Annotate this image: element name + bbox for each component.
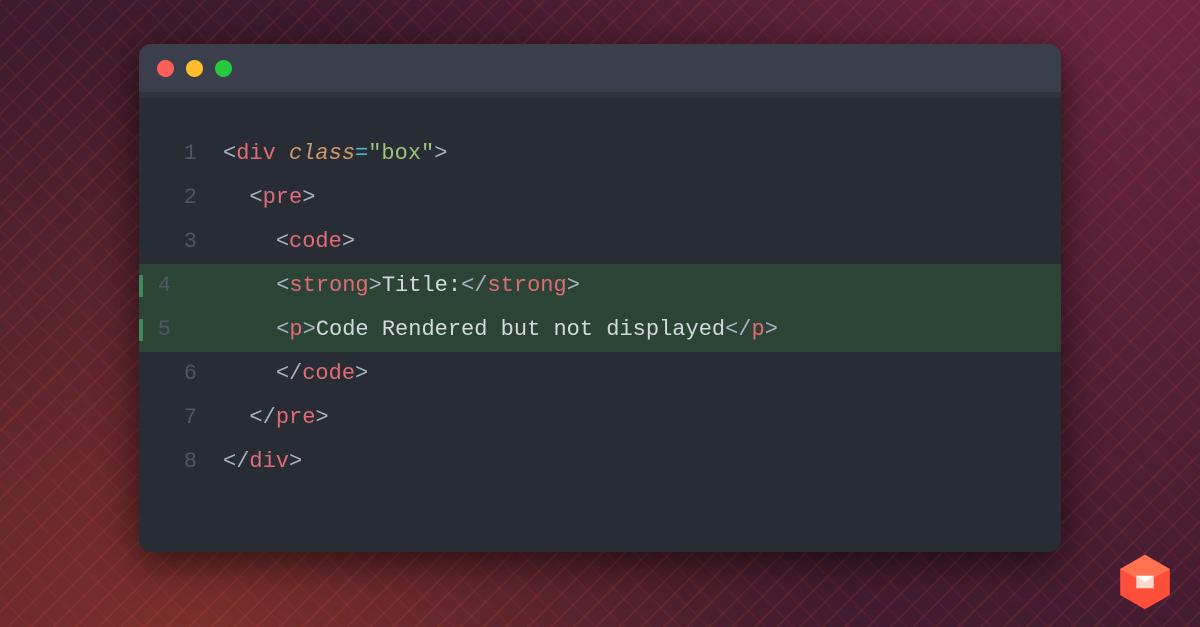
maximize-icon[interactable]: [215, 60, 232, 77]
line-number: 2: [139, 187, 223, 209]
code-line: 8 </div>: [139, 440, 1061, 484]
line-number: 7: [139, 407, 223, 429]
line-content: <code>: [223, 231, 355, 253]
background: 1 <div class="box"> 2 <pre> 3 <code> 4 <…: [0, 0, 1200, 627]
brand-logo-icon: [1114, 551, 1176, 613]
line-number: 5: [139, 319, 197, 341]
line-number: 3: [139, 231, 223, 253]
code-line: 3 <code>: [139, 220, 1061, 264]
line-content: </code>: [223, 363, 368, 385]
line-content: <p>Code Rendered but not displayed</p>: [197, 319, 778, 341]
code-editor-window: 1 <div class="box"> 2 <pre> 3 <code> 4 <…: [139, 44, 1061, 552]
window-titlebar: [139, 44, 1061, 92]
line-content: <div class="box">: [223, 143, 447, 165]
code-line-highlighted: 5 <p>Code Rendered but not displayed</p>: [139, 308, 1061, 352]
line-content: <pre>: [223, 187, 315, 209]
code-area[interactable]: 1 <div class="box"> 2 <pre> 3 <code> 4 <…: [139, 98, 1061, 484]
line-number: 6: [139, 363, 223, 385]
line-content: </pre>: [223, 407, 329, 429]
minimize-icon[interactable]: [186, 60, 203, 77]
code-line: 7 </pre>: [139, 396, 1061, 440]
code-line: 2 <pre>: [139, 176, 1061, 220]
line-content: <strong>Title:</strong>: [197, 275, 580, 297]
line-content: </div>: [223, 451, 302, 473]
close-icon[interactable]: [157, 60, 174, 77]
line-number: 8: [139, 451, 223, 473]
code-line-highlighted: 4 <strong>Title:</strong>: [139, 264, 1061, 308]
line-number: 4: [139, 275, 197, 297]
code-line: 6 </code>: [139, 352, 1061, 396]
line-number: 1: [139, 143, 223, 165]
code-line: 1 <div class="box">: [139, 132, 1061, 176]
